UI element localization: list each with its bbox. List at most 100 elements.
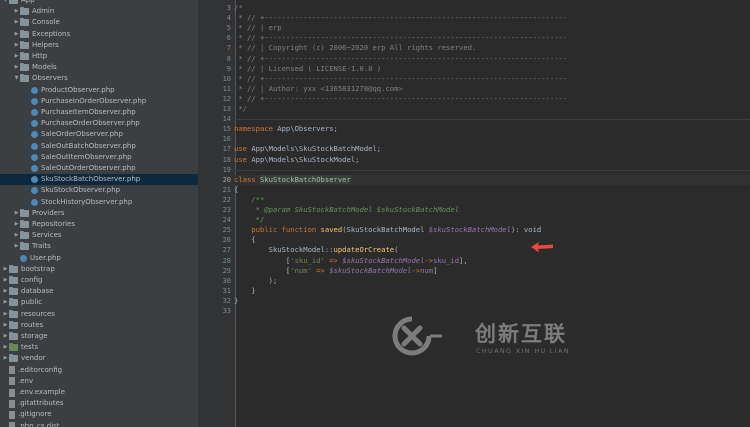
tree-file[interactable]: PurchaseItemObserver.php [0,107,198,118]
code-line[interactable]: /* [234,3,750,13]
tree-folder[interactable]: ▶ Helpers [0,40,198,51]
tree-file[interactable]: SaleOutOrderObserver.php [0,163,198,174]
code-line[interactable]: namespace App\Observers; [234,124,750,134]
tree-file[interactable]: ProductObserver.php [0,85,198,96]
chevron-right-icon[interactable]: ▶ [2,264,9,275]
tree-file[interactable]: .editorconfig [0,365,198,376]
chevron-right-icon[interactable]: ▶ [2,286,9,297]
tree-folder[interactable]: ▶ bootstrap [0,264,198,275]
chevron-right-icon[interactable]: ▶ [13,241,20,252]
chevron-right-icon[interactable]: ▶ [2,309,9,320]
tree-file[interactable]: SaleOrderObserver.php [0,129,198,140]
code-line[interactable]: */ [234,215,750,225]
chevron-right-icon[interactable]: ▶ [2,297,9,308]
chevron-right-icon[interactable]: ▶ [13,230,20,241]
tree-file[interactable]: SaleOutBatchObserver.php [0,141,198,152]
code-token: -> [411,265,421,275]
tree-file[interactable]: .env [0,376,198,387]
tree-folder[interactable]: ▶ storage [0,331,198,342]
line-number: 4 [226,14,231,23]
code-line[interactable]: ['sku_id' => $skuStockBatchModel->sku_id… [234,256,750,266]
code-line[interactable]: } [234,286,750,296]
code-line[interactable]: */ [234,104,750,114]
tree-file[interactable]: .gitignore [0,409,198,420]
tree-folder[interactable]: ▶ vendor [0,353,198,364]
tree-folder[interactable]: ▶ Repositories [0,219,198,230]
tree-file[interactable]: SkuStockObserver.php [0,185,198,196]
tree-folder[interactable]: ▶ tests [0,342,198,353]
code-line[interactable]: * // | Licensed ( LICENSE-1.0.0 ) [234,64,750,74]
tree-file[interactable]: PurchaseOrderObserver.php [0,118,198,129]
code-line[interactable]: } [234,296,750,306]
tree-folder[interactable]: ▶ Traits [0,241,198,252]
code-token: => [311,265,330,275]
tree-folder[interactable]: ▶ resources [0,309,198,320]
chevron-right-icon[interactable]: ▶ [13,62,20,73]
tree-folder[interactable]: ▶ Models [0,62,198,73]
code-line[interactable]: * // +----------------------------------… [234,54,750,64]
chevron-right-icon[interactable]: ▶ [13,208,20,219]
code-line[interactable]: { [234,235,750,245]
tree-file[interactable]: User.php [0,253,198,264]
tree-folder[interactable]: ▶ Exceptions [0,29,198,40]
code-line[interactable]: ); [234,276,750,286]
tree-file[interactable]: .gitattributes [0,398,198,409]
line-number: 21 [222,185,231,194]
code-line[interactable]: SkuStockModel::updateOrCreate( [234,245,750,255]
line-number: 16 [222,135,231,144]
chevron-right-icon[interactable]: ▶ [13,6,20,17]
tree-file[interactable]: .env.example [0,387,198,398]
tree-folder[interactable]: ▶ Services [0,230,198,241]
chevron-right-icon[interactable]: ▶ [2,331,9,342]
tree-item-label: Providers [32,208,65,217]
code-line[interactable]: * // | Author: yxx <1365831278@qq.com> [234,84,750,94]
code-line[interactable]: * @param SkuStockBatchModel $skuStockBat… [234,205,750,215]
chevron-right-icon[interactable]: ▶ [2,353,9,364]
tree-folder[interactable]: ▶ Console [0,17,198,28]
code-token: [ [234,255,291,265]
tree-file[interactable]: SkuStockBatchObserver.php [0,174,198,186]
code-line[interactable]: * // | Copyright (c) 2006~2020 erp All r… [234,43,750,53]
code-line[interactable]: use App\Models\SkuStockModel; [234,155,750,165]
code-editor[interactable]: 3 4 5 6 7 8 9 10 11 12 13 14 15 16 17 18 19 20 21 22 23 24 25 2… [198,0,750,427]
chevron-right-icon[interactable]: ▶ [13,40,20,51]
chevron-right-icon[interactable]: ▶ [13,29,20,40]
chevron-right-icon[interactable]: ▶ [13,51,20,62]
tree-folder[interactable]: ▶ Providers [0,208,198,219]
code-line[interactable]: use App\Models\SkuStockBatchModel; [234,144,750,154]
project-tree[interactable]: ▼ App ▶ Admin ▶ Console ▶ Exceptions ▶ Helpers ▶ Ht… [0,0,199,427]
tree-file[interactable]: PurchaseInOrderObserver.php [0,96,198,107]
tree-file[interactable]: StockHistoryObserver.php [0,197,198,208]
code-line[interactable]: * // +----------------------------------… [234,94,750,104]
tree-folder[interactable]: ▶ database [0,286,198,297]
code-line[interactable]: ['num' => $skuStockBatchModel->num] [234,266,750,276]
chevron-down-icon[interactable]: ▼ [13,73,20,84]
tree-folder[interactable]: ▶ config [0,275,198,286]
chevron-right-icon[interactable]: ▶ [2,320,9,331]
chevron-right-icon[interactable]: ▶ [13,219,20,230]
code-line[interactable]: * // | erp [234,23,750,33]
code-line[interactable] [234,134,750,144]
folder-icon [20,63,29,72]
tree-folder[interactable]: ▶ public [0,297,198,308]
code-line[interactable]: { [234,185,750,195]
chevron-right-icon[interactable]: ▶ [13,17,20,28]
code-line[interactable]: * // +----------------------------------… [234,74,750,84]
code-line[interactable]: class SkuStockBatchObserver [234,174,750,185]
tree-folder[interactable]: ▶ Http [0,51,198,62]
tree-item-label: Observers [32,74,68,83]
tree-file[interactable]: .php_cs.dist [0,421,198,427]
code-line[interactable]: * // +----------------------------------… [234,13,750,23]
tree-folder[interactable]: ▶ Admin [0,6,198,17]
code-line[interactable] [234,306,750,316]
code-line[interactable]: public function saved(SkuStockBatchModel… [234,225,750,235]
tree-file[interactable]: SaleOutItemObserver.php [0,152,198,163]
line-number: 8 [226,54,231,63]
chevron-right-icon[interactable]: ▶ [2,342,9,353]
code-token: { [234,235,256,245]
tree-folder[interactable]: ▼ Observers [0,73,198,84]
tree-folder[interactable]: ▶ routes [0,320,198,331]
chevron-right-icon[interactable]: ▶ [2,275,9,286]
code-line[interactable]: * // +----------------------------------… [234,33,750,43]
code-line[interactable]: /** [234,195,750,205]
